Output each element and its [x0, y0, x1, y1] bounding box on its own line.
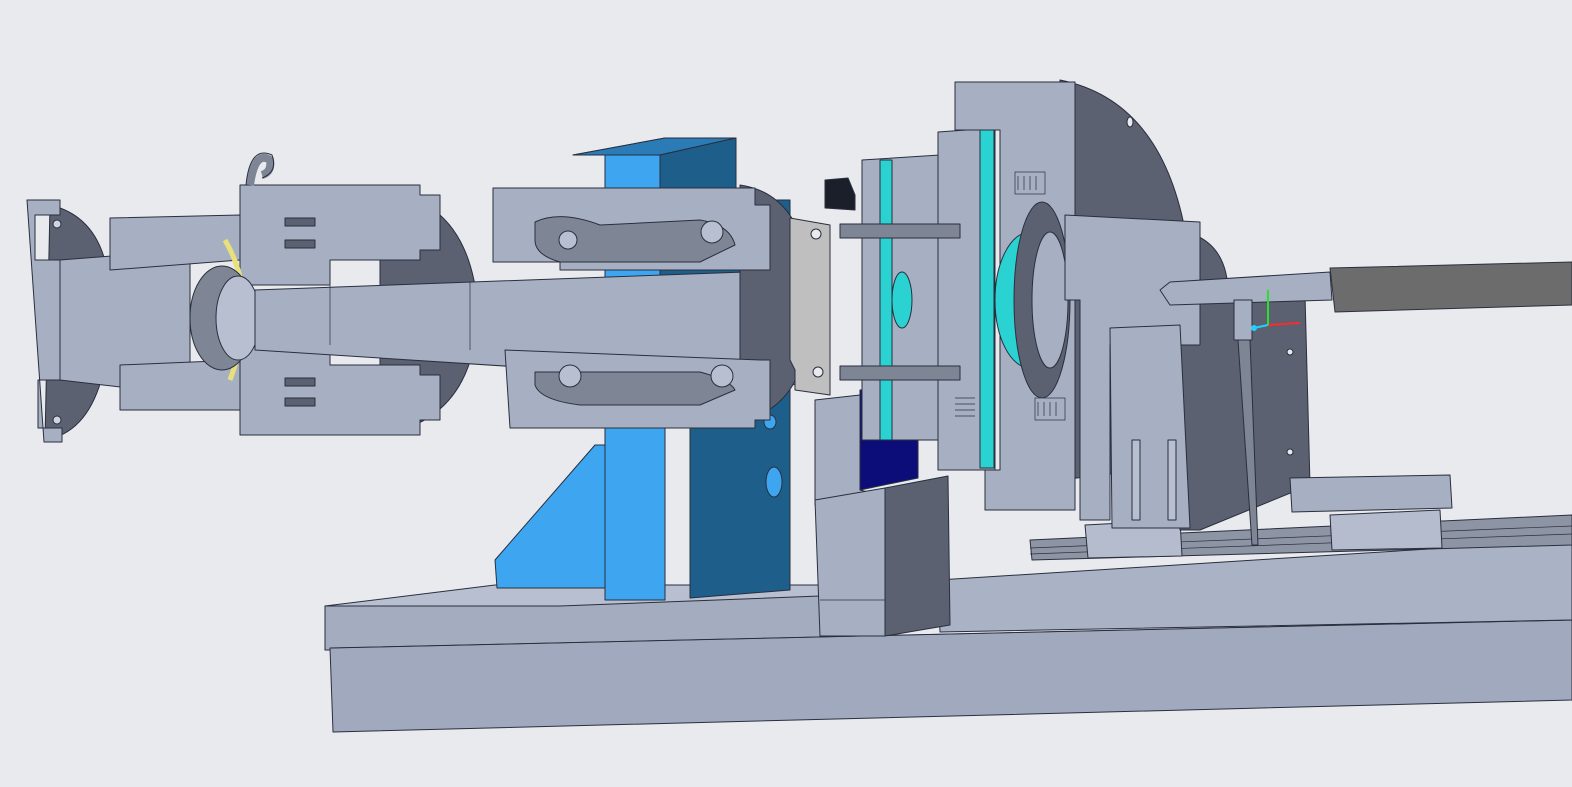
tie-rod [839, 223, 961, 239]
left-bore-inner [215, 275, 261, 361]
right-clamp-block [1109, 324, 1191, 529]
housing-slot [284, 397, 316, 407]
cyan-seal-ring [891, 271, 913, 329]
triad-origin-marker [1251, 325, 1257, 331]
housing-slot [284, 239, 316, 249]
clamp-bolt [1131, 439, 1141, 521]
coupling-plate [789, 217, 831, 396]
cyan-plate-1 [879, 159, 893, 441]
disk-hole [1126, 116, 1134, 128]
right-rod [1329, 261, 1572, 313]
cad-viewport[interactable] [0, 0, 1572, 787]
coupling-hole [810, 228, 822, 240]
left-housing-upper [109, 214, 241, 271]
lifting-hook [246, 153, 275, 186]
bearing-ball [558, 230, 578, 250]
cyan-plate-2 [979, 127, 995, 469]
cad-assembly-section-view [26, 79, 1572, 733]
bracket-bore-hole [765, 466, 783, 498]
plate-stack [839, 127, 996, 471]
bracket-gusset [494, 444, 606, 589]
bearing-ball [558, 364, 582, 388]
flange-bolt-hole [52, 219, 62, 229]
housing-slot [284, 217, 316, 227]
coupling-plate-body [789, 217, 831, 396]
housing-hole [1286, 448, 1294, 456]
center-column-front [814, 487, 886, 637]
bearing-ball [700, 220, 724, 244]
black-connector [824, 177, 856, 211]
rail-carriage-right [1329, 509, 1443, 551]
tee-fitting-stem [1233, 299, 1253, 341]
housing-slot [284, 377, 316, 387]
housing-hole [1286, 348, 1294, 356]
tie-rod [839, 365, 961, 381]
flange-center [1031, 231, 1069, 369]
flange-bolt-hole [52, 415, 62, 425]
right-housing [1064, 214, 1453, 531]
bearing-ball [710, 364, 734, 388]
carriage-top-plate [1289, 474, 1453, 513]
clamp-bolt [1167, 439, 1177, 521]
coupling-hole [812, 366, 824, 378]
center-column-side [884, 475, 951, 637]
